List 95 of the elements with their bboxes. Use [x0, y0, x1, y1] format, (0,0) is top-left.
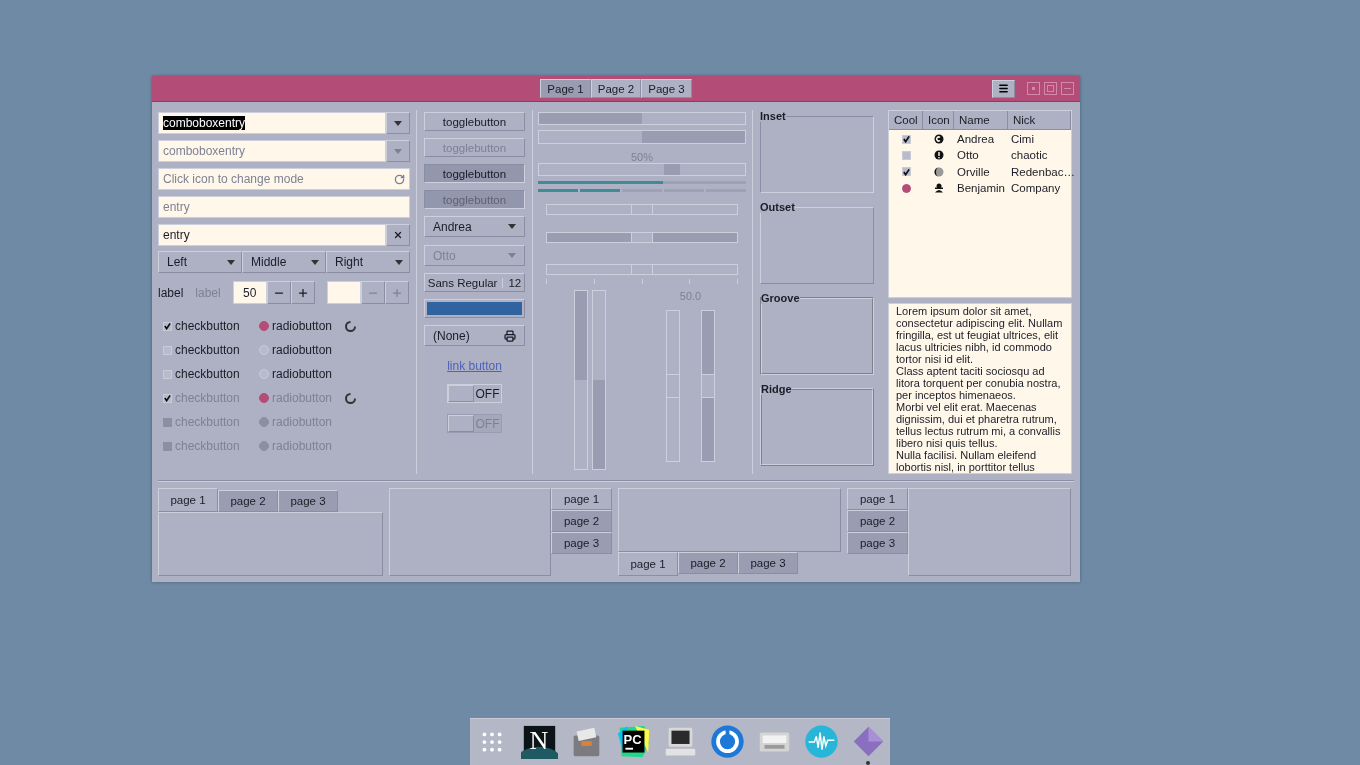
file-button[interactable]: (None): [424, 325, 525, 346]
checkbox-label: checkbutton: [175, 343, 240, 357]
frame-label: Outset: [760, 201, 795, 213]
toggle-button[interactable]: togglebutton: [424, 112, 525, 131]
tab[interactable]: page 2: [551, 510, 612, 532]
slider[interactable]: [546, 232, 738, 243]
slider-thumb[interactable]: [631, 232, 653, 243]
radio-label: radiobutton: [272, 367, 333, 381]
spinner-icon: [345, 320, 356, 332]
tab[interactable]: page 3: [278, 490, 338, 512]
text-area[interactable]: Lorem ipsum dolor sit amet, consectetur adipiscing elit. Nullam fringilla, est ut feugiat ultrices, elit lacus ultricies nibh, id commodo tortor nisi id elit. Class aptent taciti sociosqu ad litora torquent per conubia nostra, per inceptos himenaeos. Morbi vel elit erat. Maecenas dignissim, dui et pharetra rutrum, tellus lectus rutrum mi, a convallis libero nisi quis tellus. Nulla facilisi. Nullam eleifend lobortis nisl, in porttitor tellus: [888, 303, 1072, 474]
text-field[interactable]: Click icon to change mode: [158, 168, 410, 190]
radio-button[interactable]: [901, 183, 911, 193]
tab[interactable]: page 1: [847, 488, 908, 510]
color-button[interactable]: [424, 299, 525, 318]
tab[interactable]: page 2: [678, 552, 738, 574]
checkbox-label: checkbutton: [175, 367, 240, 381]
column-header[interactable]: Cool: [889, 111, 923, 130]
toggle-button[interactable]: togglebutton: [424, 164, 525, 183]
tab[interactable]: page 3: [551, 532, 612, 554]
radio-button[interactable]: [259, 321, 269, 331]
table-cell-text: Redenbac…: [1010, 165, 1075, 178]
increment-button[interactable]: [290, 281, 315, 304]
text-field[interactable]: entry: [158, 196, 410, 218]
caret-icon: [395, 259, 403, 265]
minimize-button[interactable]: [1061, 82, 1074, 95]
radio-label: radiobutton: [272, 343, 333, 357]
maximize-button[interactable]: [1044, 82, 1057, 95]
dropdown[interactable]: Middle: [242, 251, 326, 273]
table-cell-text: chaotic: [1010, 149, 1049, 162]
label: label: [158, 285, 184, 300]
menu-button[interactable]: [992, 79, 1015, 98]
slider-thumb[interactable]: [666, 374, 680, 398]
tab[interactable]: Page 3: [641, 79, 692, 98]
slider[interactable]: [546, 204, 738, 215]
window-button[interactable]: [1027, 82, 1040, 95]
frame-label: Groove: [761, 292, 800, 304]
tab[interactable]: page 1: [551, 488, 612, 510]
refresh-icon[interactable]: [394, 173, 405, 185]
menu-icon: [998, 83, 1009, 94]
half-moon-icon: [933, 166, 944, 177]
frame-label: Ridge: [761, 383, 792, 395]
table-cell-text: Benjamin: [956, 182, 1006, 195]
column-header[interactable]: Name: [954, 111, 1008, 130]
column-header[interactable]: Nick: [1008, 111, 1071, 130]
caret-icon: [227, 259, 235, 265]
table-cell-text: Otto: [956, 149, 980, 162]
checkbox[interactable]: [163, 321, 172, 331]
dropdown[interactable]: Andrea: [424, 216, 525, 237]
frame-label: Inset: [760, 110, 786, 122]
plus-icon: [390, 286, 403, 299]
decrement-button[interactable]: [266, 281, 291, 304]
checkbox[interactable]: [901, 134, 911, 144]
slider-thumb[interactable]: [631, 264, 653, 275]
table-cell-text: Andrea: [956, 133, 996, 146]
tab[interactable]: page 2: [847, 510, 908, 532]
text-field[interactable]: entry: [158, 224, 386, 246]
alert-icon: [933, 150, 944, 161]
slider-thumb[interactable]: [701, 374, 715, 398]
slider-thumb[interactable]: [631, 204, 653, 215]
tab[interactable]: Page 1: [540, 79, 591, 98]
person-icon: [933, 183, 944, 194]
circle-arrow-icon: [933, 134, 944, 145]
caret-icon: [394, 120, 402, 126]
plus-icon: [296, 286, 309, 299]
table-cell-text: Cimi: [1010, 133, 1035, 146]
slider[interactable]: [701, 310, 715, 462]
tab[interactable]: page 1: [618, 552, 678, 576]
tab[interactable]: page 1: [158, 488, 218, 512]
tab[interactable]: page 2: [218, 490, 278, 512]
tab[interactable]: Page 2: [590, 79, 642, 98]
dropdown-button[interactable]: [386, 112, 410, 134]
caret-icon: [311, 259, 319, 265]
combo-entry[interactable]: comboboxentry: [158, 112, 386, 134]
switch[interactable]: OFF: [447, 384, 502, 403]
dropdown[interactable]: Left: [158, 251, 242, 273]
slider[interactable]: [546, 264, 738, 275]
number-field[interactable]: 50: [232, 281, 267, 304]
clear-button[interactable]: [386, 224, 410, 246]
table-cell-text: Company: [1010, 182, 1062, 195]
spinner-icon: [345, 392, 356, 404]
caret-icon: [508, 253, 516, 258]
font-button[interactable]: Sans Regular 12: [424, 273, 525, 292]
radio-label: radiobutton: [272, 319, 333, 333]
dropdown[interactable]: Right: [326, 251, 410, 273]
slider[interactable]: [666, 310, 680, 462]
tab[interactable]: page 3: [738, 552, 798, 574]
close-icon: [393, 230, 403, 240]
checkbox-label: checkbutton: [175, 319, 240, 333]
column-header[interactable]: Icon: [923, 111, 954, 130]
caret-icon: [394, 148, 402, 154]
checkbox[interactable]: [901, 167, 911, 177]
tab[interactable]: page 3: [847, 532, 908, 554]
table-cell-text: Orville: [956, 165, 991, 178]
caret-icon: [508, 224, 516, 229]
